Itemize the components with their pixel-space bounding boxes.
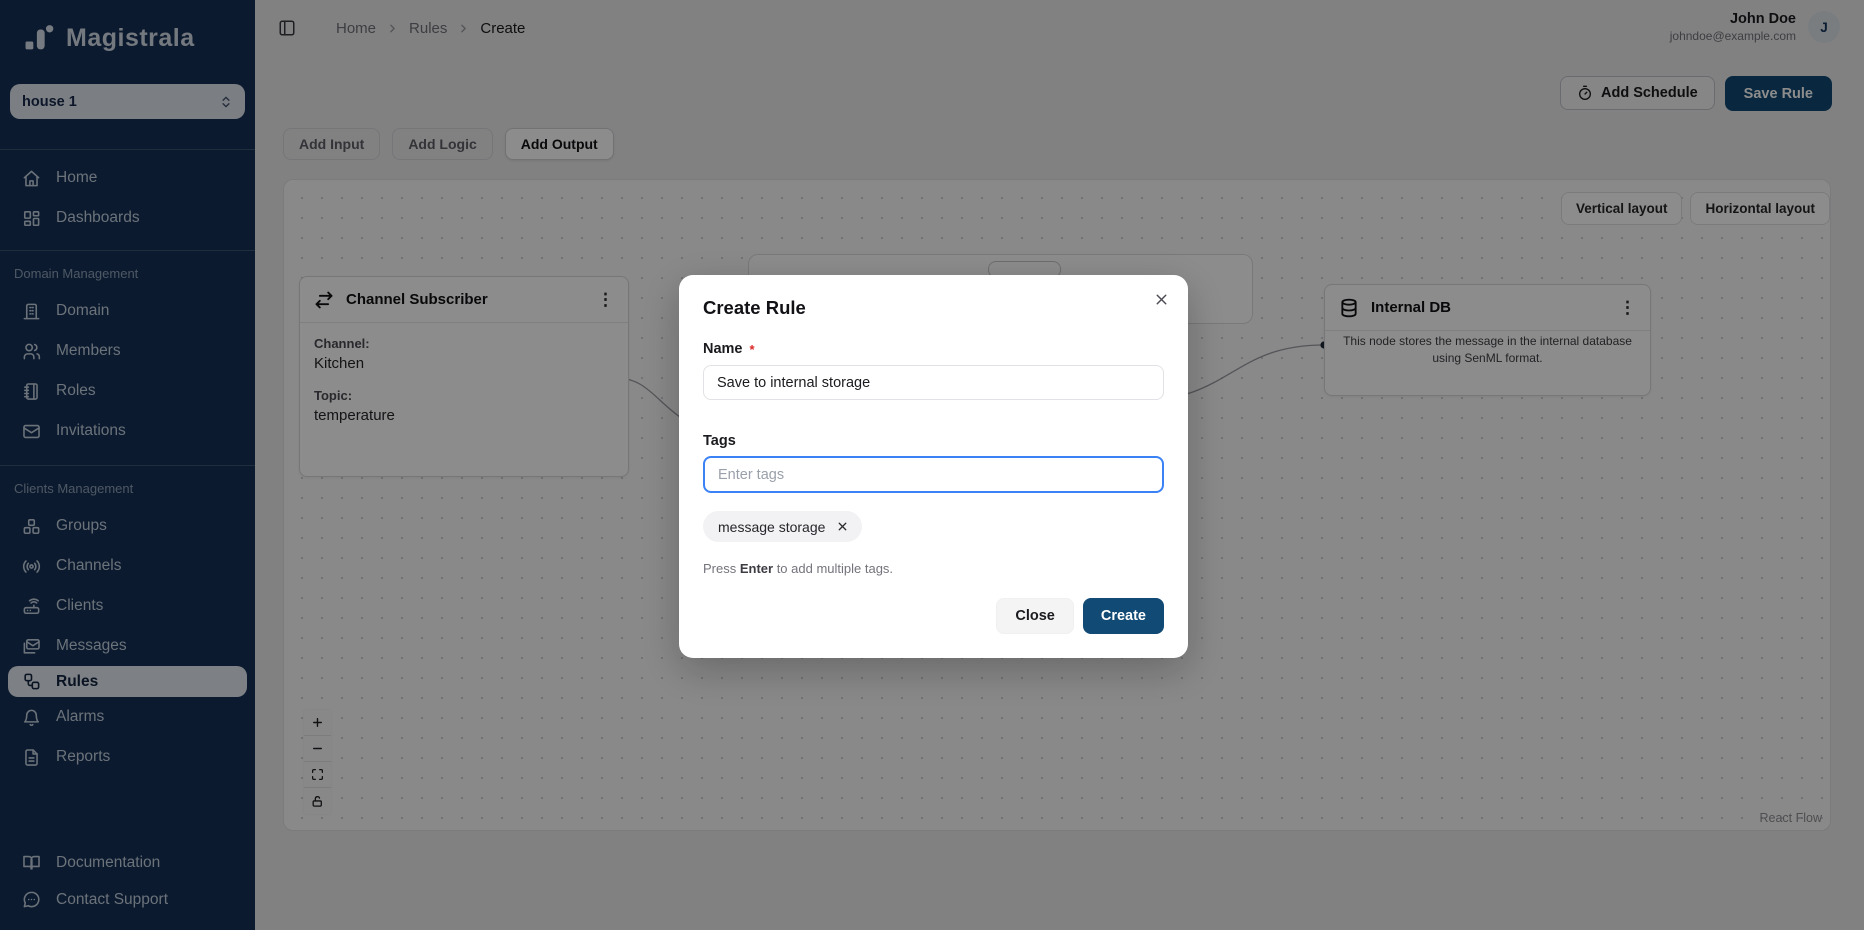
close-button[interactable]: Close [996, 598, 1074, 634]
hint-suffix: to add multiple tags. [773, 561, 893, 576]
close-icon [1153, 291, 1170, 308]
tags-input[interactable] [703, 456, 1164, 493]
hint-key: Enter [740, 561, 773, 576]
tags-label: Tags [703, 433, 1164, 449]
tag-list: message storage [703, 511, 1164, 542]
rule-name-input[interactable] [703, 365, 1164, 400]
tag-remove-button[interactable] [836, 520, 849, 533]
tag-chip: message storage [703, 511, 862, 542]
tags-field-group: Tags message storage Press Enter to add … [703, 433, 1164, 576]
dialog-close-button[interactable] [1149, 287, 1174, 312]
dialog-title: Create Rule [703, 297, 1164, 319]
name-label: Name * [703, 341, 1164, 357]
dialog-footer: Close Create [996, 598, 1164, 634]
tags-hint: Press Enter to add multiple tags. [703, 561, 1164, 576]
name-field-group: Name * [703, 341, 1164, 400]
tag-chip-label: message storage [718, 519, 825, 535]
name-label-text: Name [703, 341, 743, 357]
x-icon [836, 520, 849, 533]
required-marker: * [750, 342, 755, 357]
hint-prefix: Press [703, 561, 740, 576]
create-rule-dialog: Create Rule Name * Tags message storage … [679, 275, 1188, 658]
create-button[interactable]: Create [1083, 598, 1164, 634]
